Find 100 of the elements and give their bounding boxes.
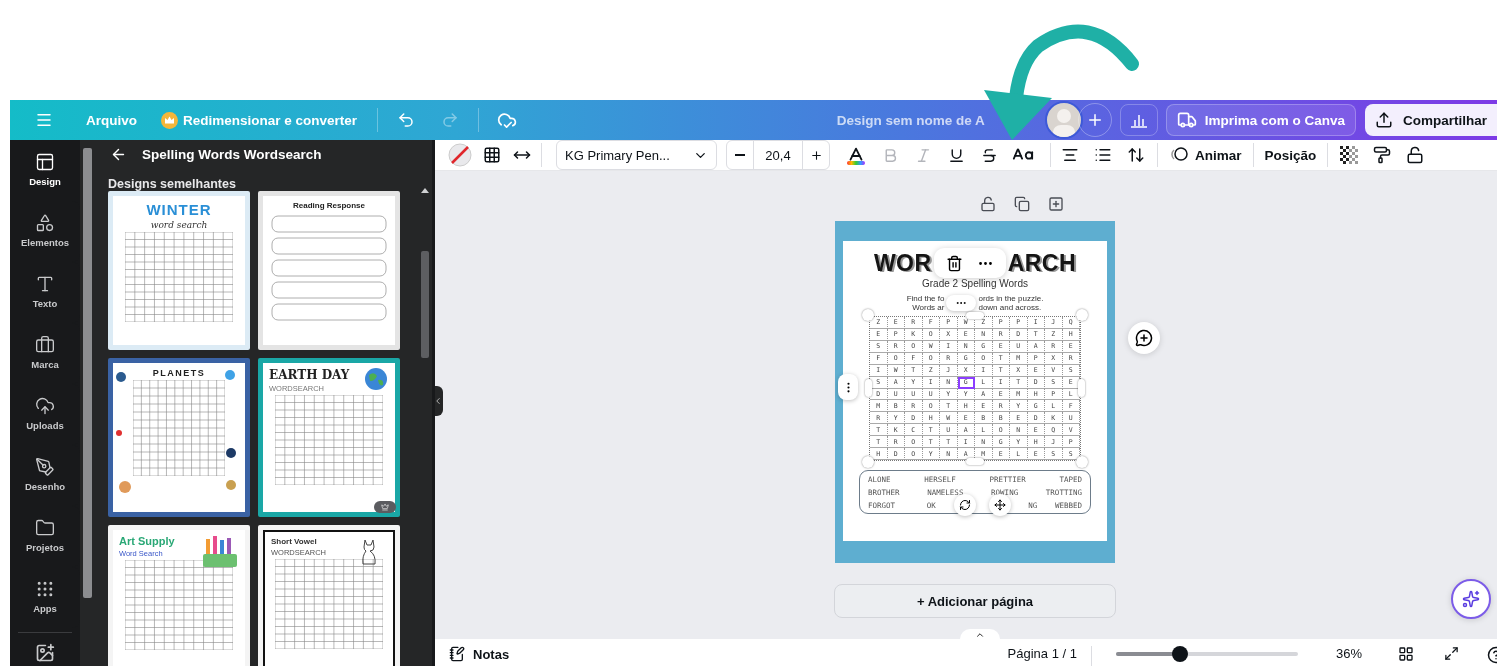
cloud-saved-icon[interactable] (497, 110, 518, 130)
analytics-button[interactable] (1119, 104, 1158, 136)
resize-handle[interactable] (966, 458, 984, 465)
bar-chart-icon (1129, 112, 1148, 128)
chevron-left-icon (435, 396, 443, 406)
more-options-button[interactable] (946, 295, 977, 311)
notes-button[interactable]: Notas (449, 646, 510, 662)
list-icon (1094, 146, 1112, 164)
duplicate-icon[interactable] (1014, 196, 1030, 212)
section-heading: Designs semelhantes (107, 176, 237, 191)
plus-icon (809, 148, 823, 162)
notes-icon (449, 646, 465, 662)
template-thumbnail[interactable]: WINTER word search (108, 191, 250, 350)
crown-icon (381, 503, 389, 511)
move-icon (993, 499, 1006, 511)
back-icon[interactable] (110, 146, 127, 163)
font-size-field[interactable]: 20,4 (753, 141, 803, 169)
paint-roller-icon (1373, 146, 1392, 164)
animate-button[interactable]: Animar (1166, 140, 1245, 170)
side-menu-button[interactable] (838, 374, 858, 400)
undo-icon (397, 111, 416, 129)
shapes-icon (35, 213, 55, 233)
template-title: PLANETS (152, 368, 206, 378)
resize-handle[interactable] (865, 379, 872, 397)
slider-thumb[interactable] (1171, 646, 1188, 662)
resize-handle[interactable] (1078, 379, 1085, 397)
move-button[interactable] (988, 494, 1011, 516)
pen-icon (35, 457, 55, 477)
cloud-upload-icon (35, 396, 55, 416)
fullscreen-icon[interactable] (1444, 646, 1459, 661)
add-page-icon[interactable] (1048, 196, 1064, 212)
folder-icon (35, 518, 55, 538)
briefcase-icon (35, 335, 55, 355)
worksheet-subtitle: Grade 2 Spelling Words (922, 278, 1028, 289)
line-spacing-icon (1127, 146, 1145, 164)
resize-handle[interactable] (862, 309, 874, 321)
rotate-icon (958, 499, 971, 511)
comment-plus-icon (1135, 329, 1153, 347)
resize-handle[interactable] (1076, 456, 1088, 468)
design-icon (35, 152, 55, 172)
grid-view-icon[interactable] (1398, 646, 1414, 662)
dots-grid-icon (35, 579, 55, 599)
instruction-text: Words ar (912, 303, 945, 312)
resize-handle[interactable] (966, 312, 984, 319)
image-plus-icon[interactable] (35, 643, 55, 663)
share-icon (1375, 111, 1393, 129)
avatar[interactable] (1044, 101, 1083, 139)
scrollbar[interactable] (83, 148, 92, 598)
position-button[interactable]: Posição (1261, 140, 1320, 170)
panel-title: Spelling Words Wordsearch (142, 147, 322, 162)
align-center-icon (1061, 146, 1079, 164)
grid-icon (483, 146, 501, 164)
worksheet-title: WOR (873, 249, 932, 277)
lock-icon (1406, 146, 1425, 164)
instruction-text: Find the fo (906, 294, 945, 303)
no-color-icon (448, 143, 472, 167)
scrollbar[interactable] (421, 251, 429, 358)
zoom-slider[interactable] (1115, 646, 1298, 662)
template-title: Short Vowel (271, 537, 317, 546)
truck-icon (1176, 110, 1197, 130)
strikethrough-icon (980, 146, 998, 164)
rotate-button[interactable] (953, 494, 976, 516)
globe-icon (363, 367, 389, 393)
template-title: EARTH DAY (269, 368, 350, 382)
pencil-cup-drawing (203, 536, 237, 568)
template-title: Art Supply (119, 535, 175, 547)
chevron-up-icon (975, 630, 985, 640)
animate-icon (1169, 146, 1189, 164)
template-title: WINTER (146, 201, 212, 218)
instruction-text: ords in the puzzle. (978, 294, 1044, 303)
lock-icon[interactable] (980, 196, 996, 212)
minus-icon (735, 154, 745, 156)
template-thumbnail[interactable]: PLANETS (108, 358, 250, 517)
zoom-percentage: 36% (1335, 646, 1362, 661)
template-title: Reading Response (293, 201, 365, 210)
resize-handle[interactable] (1076, 309, 1088, 321)
underline-icon (947, 146, 965, 164)
collapse-panel-button[interactable] (435, 386, 443, 416)
no-color-swatch[interactable] (445, 140, 475, 170)
instruction-text: down and across. (978, 303, 1042, 312)
add-page-button[interactable]: + Adicionar página (834, 584, 1116, 618)
color-bar (847, 161, 865, 165)
template-subtitle: word search (150, 220, 208, 230)
font-dropdown[interactable]: KG Primary Pen... (556, 140, 717, 170)
redo-icon (441, 111, 460, 129)
menu-icon (35, 111, 53, 129)
font-size-stepper[interactable]: 20,4 (726, 140, 830, 170)
magic-assistant-button[interactable] (1451, 579, 1491, 619)
resize-handle[interactable] (862, 456, 874, 468)
word-grid[interactable] (869, 316, 1081, 461)
add-comment-button[interactable] (1128, 322, 1160, 354)
delete-icon[interactable] (945, 254, 963, 272)
share-button[interactable]: Compartilhar (1365, 104, 1497, 136)
print-button[interactable]: Imprima com o Canva (1165, 104, 1356, 136)
worksheet-title: ARCH (1007, 249, 1077, 277)
sparkles-icon (1462, 590, 1480, 608)
crown-icon (161, 111, 178, 129)
page-indicator: Página 1 / 1 (1007, 646, 1077, 661)
template-thumbnail[interactable]: Reading Response (258, 191, 400, 350)
text-icon (35, 274, 55, 294)
